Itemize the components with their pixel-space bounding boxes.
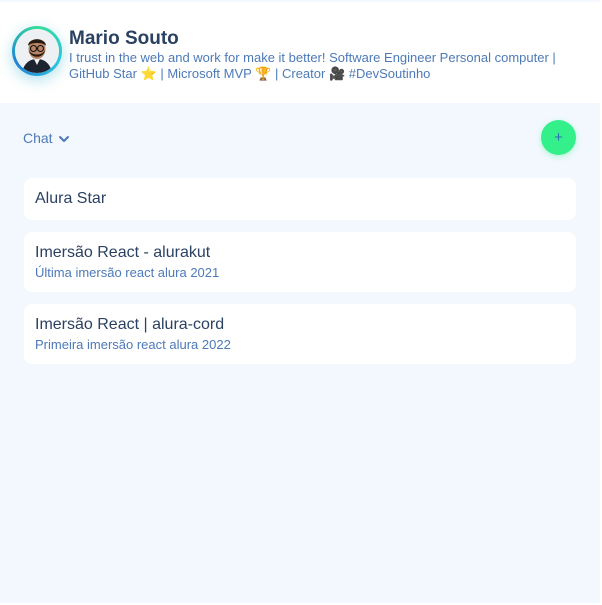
avatar[interactable] [12, 26, 62, 76]
profile-header: Mario Souto I trust in the web and work … [0, 2, 600, 103]
list-item-subtitle: Primeira imersão react alura 2022 [35, 337, 231, 352]
list-item-title: Alura Star [35, 190, 107, 207]
list-item[interactable]: Imersão React - alurakut Última imersão … [24, 232, 576, 292]
list-item[interactable]: Alura Star [24, 178, 576, 220]
list-item-title: Imersão React - alurakut [35, 244, 211, 261]
list-item[interactable]: Imersão React | alura-cord Primeira imer… [24, 304, 576, 364]
chat-dropdown[interactable]: Chat [23, 130, 70, 146]
chat-dropdown-label: Chat [23, 130, 53, 146]
profile-bio: I trust in the web and work for make it … [69, 50, 556, 81]
add-chat-button[interactable]: + [541, 120, 576, 155]
profile-name: Mario Souto [69, 28, 179, 49]
avatar-image [15, 29, 59, 73]
chevron-down-icon [58, 132, 70, 144]
list-item-subtitle: Última imersão react alura 2021 [35, 265, 220, 280]
app-root: Mario Souto I trust in the web and work … [0, 0, 600, 603]
list-item-title: Imersão React | alura-cord [35, 316, 225, 333]
